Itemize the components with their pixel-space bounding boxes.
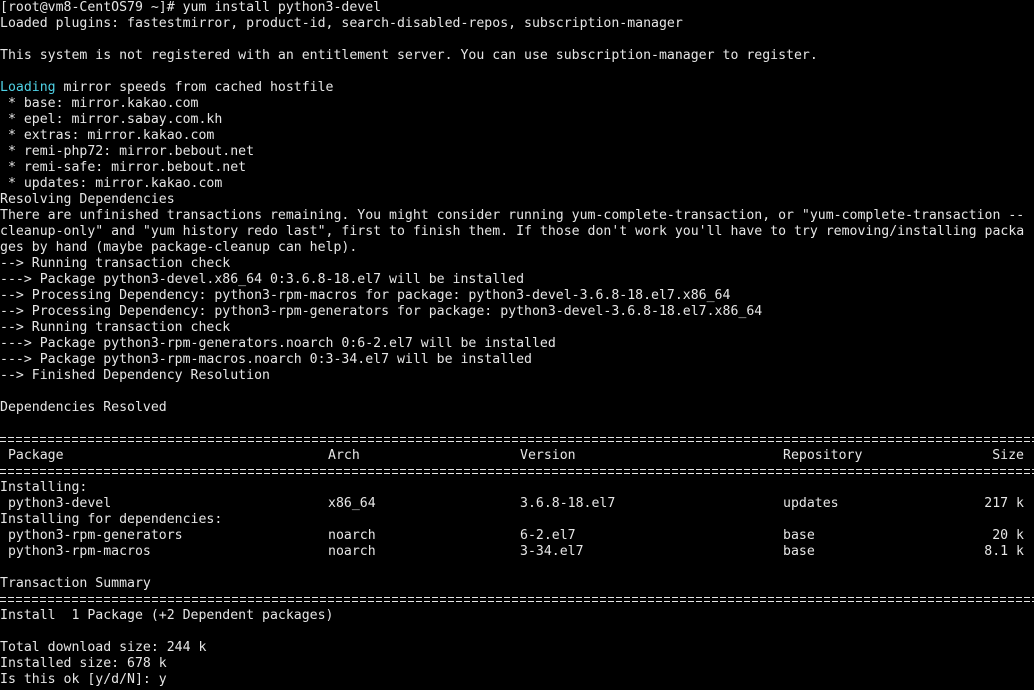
header-repository: Repository — [783, 448, 863, 463]
transaction-line: --> Running transaction check — [0, 320, 231, 335]
install-summary-line: Install 1 Package (+2 Dependent packages… — [0, 608, 334, 623]
resolving-dependencies-line: Resolving Dependencies — [0, 192, 175, 207]
mirror-line: * epel: mirror.sabay.com.kh — [0, 112, 223, 127]
unfinished-transactions-line: ges by hand (maybe package-cleanup can h… — [0, 240, 358, 255]
transaction-line: ---> Package python3-devel.x86_64 0:3.6.… — [0, 272, 525, 287]
installing-label: Installing: — [0, 480, 88, 495]
transaction-line: --> Processing Dependency: python3-rpm-m… — [0, 288, 731, 303]
transaction-line: ---> Package python3-rpm-macros.noarch 0… — [0, 352, 532, 367]
cell-version: 6-2.el7 — [520, 528, 576, 543]
cell-package: python3-rpm-macros — [0, 544, 151, 559]
mirror-line: * extras: mirror.kakao.com — [0, 128, 215, 143]
cell-size: 8.1 k — [984, 544, 1024, 559]
header-version: Version — [520, 448, 576, 463]
cell-repository: base — [783, 544, 815, 559]
loading-rest: mirror speeds from cached hostfile — [55, 80, 334, 95]
installed-size-line: Installed size: 678 k — [0, 656, 167, 671]
header-package: Package — [0, 448, 64, 463]
mirror-line: * remi-php72: mirror.bebout.net — [0, 144, 255, 159]
cell-package: python3-rpm-generators — [0, 528, 183, 543]
not-registered-line: This system is not registered with an en… — [0, 48, 818, 63]
cell-arch: noarch — [328, 544, 376, 559]
cell-repository: base — [783, 528, 815, 543]
header-arch: Arch — [328, 448, 360, 463]
cell-repository: updates — [783, 496, 839, 511]
unfinished-transactions-line: There are unfinished transactions remain… — [0, 208, 1025, 223]
confirm-prompt-line[interactable]: Is this ok [y/d/N]: y — [0, 672, 1034, 688]
cell-arch: noarch — [328, 528, 376, 543]
mirror-line: * base: mirror.kakao.com — [0, 96, 199, 111]
header-size: Size — [992, 448, 1024, 463]
transaction-line: --> Running transaction check — [0, 256, 231, 271]
cell-package: python3-devel — [0, 496, 112, 511]
mirror-line: * updates: mirror.kakao.com — [0, 176, 223, 191]
cell-version: 3-34.el7 — [520, 544, 584, 559]
unfinished-transactions-line: cleanup-only" and "yum history redo last… — [0, 224, 1025, 239]
cell-size: 217 k — [984, 496, 1024, 511]
loading-word: Loading — [0, 80, 56, 95]
dependencies-resolved-line: Dependencies Resolved — [0, 400, 167, 415]
loaded-plugins-line: Loaded plugins: fastestmirror, product-i… — [0, 16, 683, 31]
command-prompt-line: [root@vm8-CentOS79 ~]# yum install pytho… — [0, 0, 382, 15]
double-separator — [0, 432, 1034, 448]
cell-size: 20 k — [992, 528, 1024, 543]
terminal-window[interactable]: [root@vm8-CentOS79 ~]# yum install pytho… — [0, 0, 1034, 690]
transaction-line: ---> Package python3-rpm-generators.noar… — [0, 336, 556, 351]
table-row: python3-rpm-macros noarch 3-34.el7 base … — [0, 544, 1034, 560]
mirror-line: * remi-safe: mirror.bebout.net — [0, 160, 247, 175]
table-header-row: Package Arch Version Repository Size — [0, 448, 1034, 464]
transaction-summary-line: Transaction Summary — [0, 576, 151, 591]
double-separator — [0, 592, 1034, 608]
transaction-line: --> Finished Dependency Resolution — [0, 368, 270, 383]
double-separator — [0, 464, 1034, 480]
loading-mirrors-line: Loading mirror speeds from cached hostfi… — [0, 80, 1034, 96]
table-row: python3-devel x86_64 3.6.8-18.el7 update… — [0, 496, 1034, 512]
cell-arch: x86_64 — [328, 496, 376, 511]
total-download-line: Total download size: 244 k — [0, 640, 207, 655]
table-row: python3-rpm-generators noarch 6-2.el7 ba… — [0, 528, 1034, 544]
transaction-line: --> Processing Dependency: python3-rpm-g… — [0, 304, 763, 319]
cell-version: 3.6.8-18.el7 — [520, 496, 616, 511]
installing-deps-label: Installing for dependencies: — [0, 512, 223, 527]
